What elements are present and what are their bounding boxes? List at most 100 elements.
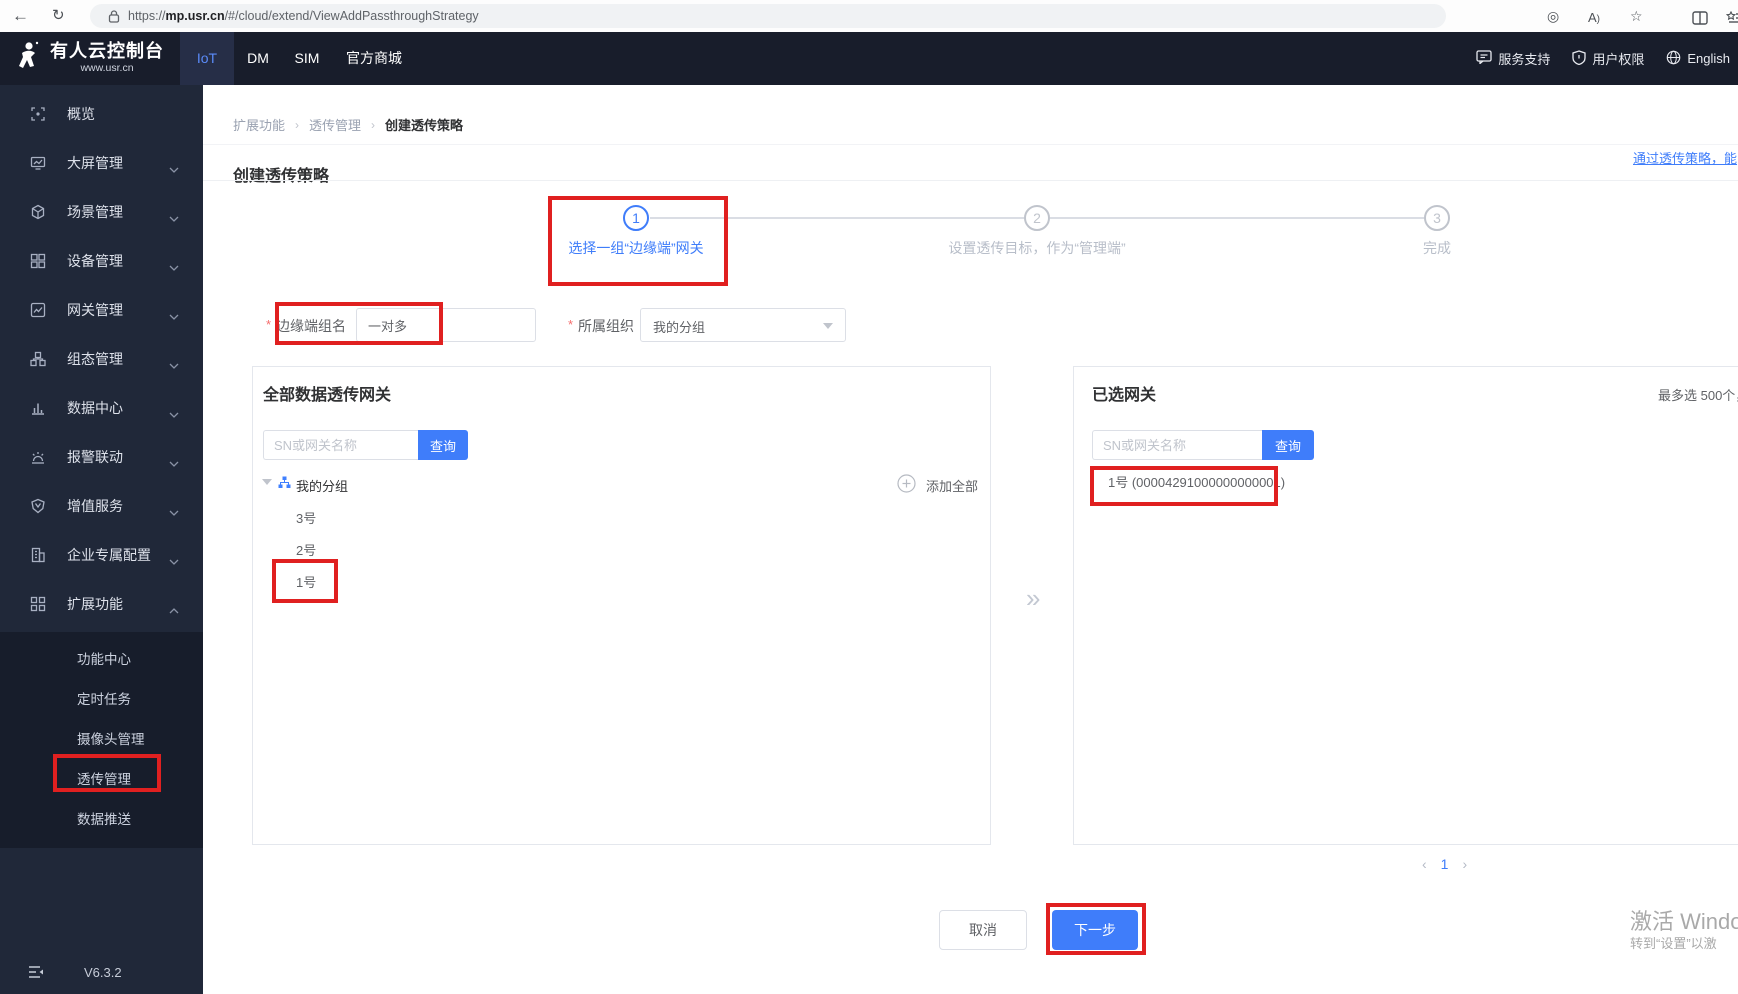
sidebar-item-bigscreen[interactable]: 大屏管理: [0, 138, 203, 187]
tab-dm[interactable]: DM: [234, 32, 282, 85]
breadcrumb: 扩展功能 › 透传管理 › 创建透传策略: [233, 115, 463, 134]
organization-select[interactable]: 我的分组: [640, 308, 846, 342]
right-search-button[interactable]: 查询: [1262, 430, 1314, 460]
tree-item-gateway-1[interactable]: 1号: [296, 572, 316, 591]
favorite-star-icon[interactable]: ☆: [1630, 4, 1643, 28]
strategy-help-link[interactable]: 通过透传策略，能: [1633, 148, 1737, 167]
configuration-icon: [30, 351, 46, 367]
globe-icon: [1666, 50, 1681, 68]
tree-item-gateway-2[interactable]: 2号: [296, 540, 316, 559]
tree-expand-caret-icon[interactable]: [262, 479, 272, 485]
back-icon[interactable]: ←: [12, 4, 29, 28]
selected-gateways-title: 已选网关: [1092, 387, 1157, 404]
usr-person-logo-icon: [14, 40, 42, 79]
cancel-button[interactable]: 取消: [939, 910, 1027, 950]
address-bar[interactable]: https://mp.usr.cn/#/cloud/extend/ViewAdd…: [90, 4, 1446, 28]
selected-gateway-item[interactable]: 1号 (00004291000000000001): [1108, 472, 1285, 491]
pagination-prev-icon[interactable]: ‹: [1422, 856, 1427, 872]
submenu-item-data-push[interactable]: 数据推送: [0, 800, 203, 840]
step-2-label: 设置透传目标，作为“管理端”: [948, 240, 1126, 256]
step-1-circle: 1: [623, 205, 649, 231]
organization-label: 所属组织: [578, 318, 634, 334]
left-search-button[interactable]: 查询: [418, 430, 468, 460]
sidebar-item-overview[interactable]: 概览: [0, 89, 203, 138]
chevron-down-icon: [169, 307, 179, 320]
windows-activation-watermark-line1: 激活 Windo: [1630, 909, 1738, 934]
sidebar-item-device[interactable]: 设备管理: [0, 236, 203, 285]
edge-group-name-input[interactable]: [356, 308, 536, 342]
header-right: 服务支持 用户权限 English: [1476, 32, 1732, 85]
read-aloud-icon[interactable]: A): [1588, 6, 1600, 32]
breadcrumb-passthrough[interactable]: 透传管理: [309, 115, 361, 134]
plus-circle-icon: [897, 474, 916, 496]
sidebar-item-scene[interactable]: 场景管理: [0, 187, 203, 236]
language-link[interactable]: English: [1666, 50, 1730, 68]
required-mark: *: [568, 317, 574, 332]
gateway-icon: [30, 302, 46, 318]
tree-root-my-group[interactable]: 我的分组: [296, 476, 348, 495]
sidebar-item-configuration[interactable]: 组态管理: [0, 334, 203, 383]
tree-item-gateway-3[interactable]: 3号: [296, 508, 316, 527]
brand-logo[interactable]: 有人云控制台 www.usr.cn: [14, 40, 164, 79]
split-screen-icon[interactable]: [1692, 8, 1708, 32]
sidebar-item-gateway[interactable]: 网关管理: [0, 285, 203, 334]
location-icon[interactable]: ◎: [1547, 4, 1559, 28]
scene-icon: [30, 204, 46, 220]
sidebar-item-extend[interactable]: 扩展功能: [0, 579, 203, 628]
url-text[interactable]: https://mp.usr.cn/#/cloud/extend/ViewAdd…: [128, 9, 479, 23]
chevron-down-icon: [169, 454, 179, 467]
breadcrumb-extend[interactable]: 扩展功能: [233, 115, 285, 134]
bigscreen-icon: [30, 155, 46, 171]
windows-activation-watermark-line2: 转到“设置”以激: [1630, 936, 1717, 951]
bar-chart-icon: [30, 400, 46, 416]
submenu-item-function-center[interactable]: 功能中心: [0, 640, 203, 680]
browser-toolbar: ← ↻ https://mp.usr.cn/#/cloud/extend/Vie…: [0, 0, 1738, 33]
tab-official-mall[interactable]: 官方商城: [332, 32, 416, 85]
pagination-next-icon[interactable]: ›: [1462, 856, 1467, 872]
sidebar-submenu: 功能中心 定时任务 摄像头管理 透传管理 数据推送: [0, 632, 203, 848]
submenu-item-scheduled-tasks[interactable]: 定时任务: [0, 680, 203, 720]
sidebar-item-alarm[interactable]: 报警联动: [0, 432, 203, 481]
left-search-row: 查询: [263, 430, 468, 460]
title-divider: [203, 180, 1738, 181]
tab-iot[interactable]: IoT: [180, 32, 234, 85]
tab-sim[interactable]: SIM: [282, 32, 332, 85]
left-search-input[interactable]: [263, 430, 418, 460]
app-subtitle: www.usr.cn: [80, 62, 134, 74]
required-mark: *: [266, 317, 272, 332]
chat-icon: [1476, 50, 1492, 67]
sidebar-item-data-center[interactable]: 数据中心: [0, 383, 203, 432]
alarm-icon: [30, 449, 46, 465]
edge-group-name-label: 边缘端组名: [276, 318, 346, 334]
sidebar-item-enterprise-config[interactable]: 企业专属配置: [0, 530, 203, 579]
sidebar: 概览 大屏管理 场景管理 设备管理 网关管理 组态管理 数据中心 报警联动 增值…: [0, 85, 203, 994]
add-all-button[interactable]: 添加全部: [897, 474, 978, 496]
pagination-page-1[interactable]: 1: [1441, 856, 1449, 872]
top-nav-tabs: IoT DM SIM 官方商城: [180, 32, 416, 85]
building-icon: [30, 547, 46, 563]
sidebar-footer: V6.3.2: [0, 962, 203, 986]
submenu-item-passthrough-management[interactable]: 透传管理: [0, 760, 203, 800]
breadcrumb-divider: [203, 144, 1738, 145]
chevron-down-icon: [169, 356, 179, 369]
chevron-down-icon: [169, 552, 179, 565]
right-search-input[interactable]: [1092, 430, 1262, 460]
next-step-button[interactable]: 下一步: [1052, 910, 1138, 950]
breadcrumb-current: 创建透传策略: [385, 118, 464, 133]
submenu-item-camera-management[interactable]: 摄像头管理: [0, 720, 203, 760]
device-icon: [30, 253, 46, 269]
right-search-row: 查询: [1092, 430, 1314, 460]
org-group-icon: [278, 476, 291, 494]
vip-shield-icon: [30, 498, 46, 514]
refresh-icon[interactable]: ↻: [52, 4, 65, 28]
all-gateways-title: 全部数据透传网关: [263, 387, 392, 404]
sidebar-item-value-added[interactable]: 增值服务: [0, 481, 203, 530]
step-3-label: 完成: [1423, 240, 1451, 256]
collapse-sidebar-icon[interactable]: [28, 965, 44, 984]
breadcrumb-separator: ›: [295, 117, 300, 132]
transfer-arrows-icon: »: [1026, 583, 1041, 613]
service-support-link[interactable]: 服务支持: [1476, 49, 1550, 68]
screen: ← ↻ https://mp.usr.cn/#/cloud/extend/Vie…: [0, 0, 1738, 994]
user-permission-link[interactable]: 用户权限: [1572, 49, 1644, 68]
collections-icon[interactable]: [1725, 8, 1738, 32]
